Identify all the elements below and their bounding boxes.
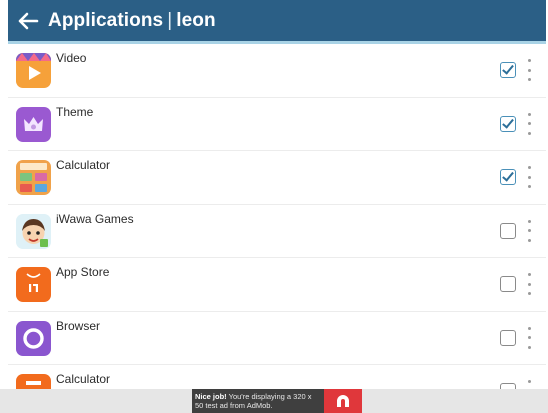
list-item: Calculator (8, 365, 546, 389)
list-item: iWawa Games (8, 205, 546, 258)
list-item: Theme (8, 98, 546, 151)
calculator-icon (16, 160, 51, 195)
browser-icon (16, 320, 51, 356)
user-name: leon (176, 9, 216, 31)
checkbox-checked[interactable] (500, 169, 516, 185)
checkbox-unchecked[interactable] (500, 329, 516, 346)
ad-banner[interactable]: Nice job! You're displaying a 320 x 50 t… (192, 389, 362, 413)
more-options-icon[interactable] (526, 166, 532, 188)
checkbox-checked[interactable] (500, 62, 516, 78)
list-item: Browser (8, 312, 546, 365)
page-title-text: Applications (48, 9, 164, 31)
app-bar: Applications | leon (8, 0, 546, 44)
page-title: Applications | leon (48, 10, 216, 32)
back-button[interactable] (8, 0, 48, 43)
more-options-icon[interactable] (526, 273, 532, 295)
app-label: Calculator (56, 158, 111, 172)
more-options-icon[interactable] (526, 219, 532, 242)
checkbox-unchecked[interactable] (500, 276, 516, 292)
app-label: Theme (56, 104, 94, 119)
app-label: Video (56, 51, 87, 65)
theme-icon (16, 106, 51, 142)
app-label: App Store (56, 265, 110, 279)
more-options-icon[interactable] (526, 59, 532, 81)
ad-headline: Nice job! (195, 392, 227, 401)
checkbox-checked[interactable] (500, 115, 516, 132)
more-options-icon[interactable] (526, 380, 532, 389)
checkbox-unchecked[interactable] (500, 222, 516, 239)
list-item: App Store (8, 258, 546, 312)
ad-text: Nice job! You're displaying a 320 x 50 t… (192, 389, 324, 413)
arrow-left-icon (18, 12, 39, 29)
video-icon (16, 53, 51, 88)
more-options-icon[interactable] (526, 326, 532, 349)
list-item: Calculator (8, 151, 546, 205)
applications-list: Video Theme Calculator iWawa Games App S… (8, 44, 546, 389)
title-separator: | (167, 9, 173, 31)
app-label: iWawa Games (56, 211, 134, 226)
iwawa-games-icon (16, 213, 51, 249)
list-item: Video (8, 44, 546, 98)
calculator-icon (16, 374, 51, 389)
admob-logo-icon (324, 389, 362, 413)
app-label: Calculator (56, 372, 111, 386)
more-options-icon[interactable] (526, 112, 532, 135)
app-store-icon (16, 267, 51, 302)
app-label: Browser (56, 318, 101, 333)
